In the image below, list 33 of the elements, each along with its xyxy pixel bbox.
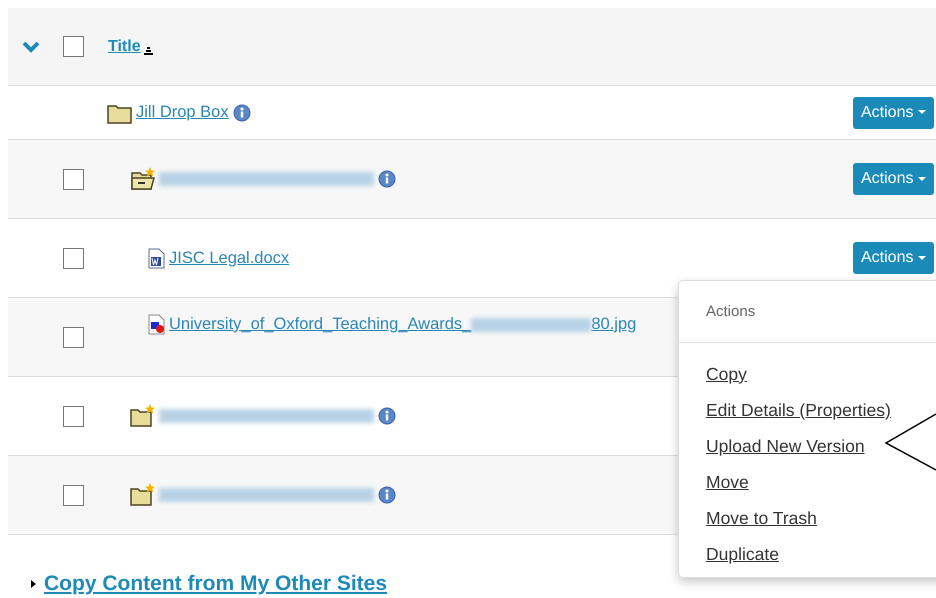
menu-item[interactable]: Move xyxy=(679,464,749,500)
menu-item[interactable]: Duplicate xyxy=(679,536,779,572)
caret-icon xyxy=(918,256,926,260)
file-link[interactable]: University_of_Oxford_Teaching_Awards_ xyxy=(169,315,472,333)
file-link[interactable]: JISC Legal.docx xyxy=(169,248,290,266)
folder-icon xyxy=(130,404,156,428)
menu-item[interactable]: Edit Details (Properties) xyxy=(679,392,891,428)
sort-icon xyxy=(144,46,153,54)
document-icon xyxy=(148,248,166,269)
menu-heading: Actions xyxy=(706,303,756,320)
file-link[interactable]: Jill Drop Box xyxy=(136,103,229,121)
chevron-icon[interactable] xyxy=(22,40,40,54)
checkbox[interactable] xyxy=(63,168,84,190)
caret-icon xyxy=(918,110,926,114)
checkbox[interactable] xyxy=(63,326,84,348)
menu-item[interactable]: Copy xyxy=(679,356,747,392)
checkbox[interactable] xyxy=(63,484,84,506)
checkbox[interactable] xyxy=(63,248,84,268)
menu-item[interactable]: Upload New Version xyxy=(679,428,865,464)
folder-icon xyxy=(130,483,156,506)
expand-icon[interactable] xyxy=(30,580,38,588)
actions-button[interactable]: Actions xyxy=(853,242,934,274)
menu-item[interactable]: Move to Trash xyxy=(679,500,817,536)
checkbox[interactable] xyxy=(63,36,84,57)
actions-button[interactable]: Actions xyxy=(853,96,934,128)
folder-icon xyxy=(130,167,156,190)
actions-button[interactable]: Actions xyxy=(853,163,934,195)
checkbox[interactable] xyxy=(63,406,84,426)
image-file-icon xyxy=(148,314,166,336)
caret-icon xyxy=(918,176,926,181)
section-link[interactable]: Copy Content from My Other Sites xyxy=(44,572,388,596)
title-sort-link[interactable]: Title xyxy=(108,34,141,58)
file-link[interactable]: 80.jpg xyxy=(591,312,636,337)
